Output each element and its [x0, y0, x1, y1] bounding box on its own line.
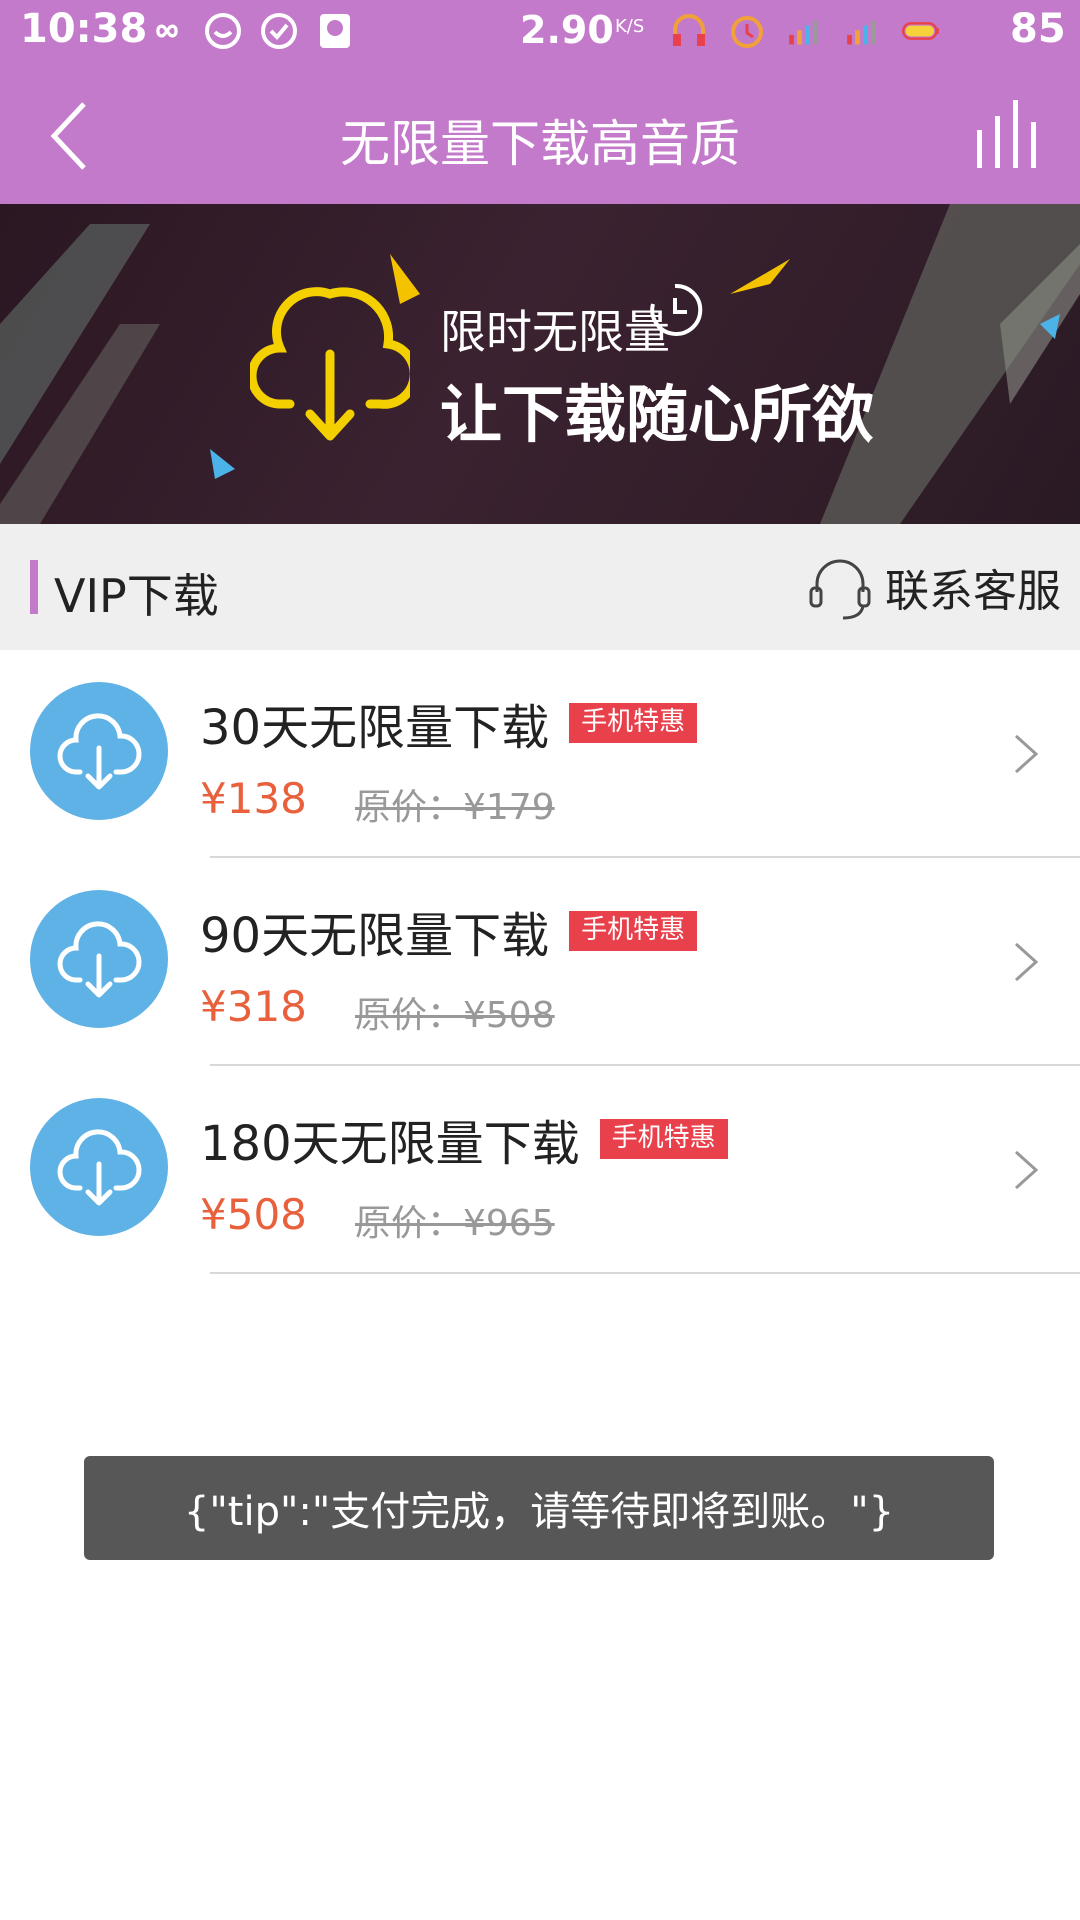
- cloud-download-icon: [250, 287, 410, 441]
- plan-title-text: 30天无限量下载: [200, 700, 550, 756]
- plan-list: 30天无限量下载 手机特惠 ¥138 原价：¥179 90天无限量下载 手机特惠…: [0, 650, 1080, 1274]
- plan-title: 30天无限量下载 手机特惠: [200, 688, 698, 758]
- clock-icon: [650, 283, 703, 336]
- customer-service-label: 联系客服: [885, 566, 1061, 617]
- equalizer-icon: [977, 100, 1036, 168]
- plan-price: ¥138: [200, 774, 307, 823]
- plan-original-price: 原价：¥965: [355, 1203, 555, 1244]
- headset-icon: [809, 559, 871, 620]
- music-playing-button[interactable]: [975, 100, 1045, 170]
- status-time: 10:38: [20, 6, 148, 52]
- alarm-icon: [728, 12, 766, 50]
- page-title: 无限量下载高音质: [340, 115, 740, 173]
- network-speed: 2.90: [520, 8, 614, 52]
- cloud-download-icon: [30, 890, 168, 1028]
- plan-item-30-days[interactable]: 30天无限量下载 手机特惠 ¥138 原价：¥179: [0, 650, 1080, 858]
- message-icon: [204, 12, 242, 50]
- plan-item-90-days[interactable]: 90天无限量下载 手机特惠 ¥318 原价：¥508: [0, 858, 1080, 1066]
- status-system-icons: [670, 12, 940, 50]
- divider: [210, 1272, 1080, 1274]
- cloud-download-icon: [30, 682, 168, 820]
- promo-banner[interactable]: 限时无限量 让下载随心所欲: [0, 204, 1080, 524]
- qq-icon: [316, 12, 354, 50]
- signal-3g-icon: [844, 12, 882, 50]
- cloud-download-icon: [30, 1098, 168, 1236]
- plan-title-text: 90天无限量下载: [200, 908, 550, 964]
- chevron-right-icon: [1014, 734, 1039, 774]
- status-notification-icons: [148, 12, 354, 50]
- battery-level: 85: [1010, 6, 1066, 52]
- mobile-deal-badge: 手机特惠: [569, 703, 698, 743]
- signal-4g-icon: [786, 12, 824, 50]
- navigation-bar: 无限量下载高音质: [0, 66, 1080, 204]
- status-bar: 10:38 2.90 K/S 85: [0, 0, 1080, 66]
- mobile-deal-badge: 手机特惠: [599, 1119, 728, 1159]
- plan-item-180-days[interactable]: 180天无限量下载 手机特惠 ¥508 原价：¥965: [0, 1066, 1080, 1274]
- plan-price: ¥318: [200, 982, 307, 1031]
- banner-line-1: 限时无限量: [440, 305, 670, 359]
- battery-icon: [902, 12, 940, 50]
- plan-title: 90天无限量下载 手机特惠: [200, 896, 698, 966]
- plan-original-price: 原价：¥508: [355, 995, 555, 1036]
- plan-original-price: 原价：¥179: [355, 787, 555, 828]
- plan-price: ¥508: [200, 1190, 307, 1239]
- headphones-icon: [670, 12, 708, 50]
- check-circle-icon: [260, 12, 298, 50]
- chevron-right-icon: [1014, 942, 1039, 982]
- banner-line-2: 让下载随心所欲: [440, 378, 875, 451]
- network-speed-unit: K/S: [615, 16, 645, 37]
- section-title: VIP下载: [54, 569, 219, 623]
- infinity-icon: [148, 12, 186, 50]
- plan-title-text: 180天无限量下载: [200, 1116, 580, 1172]
- chevron-right-icon: [1014, 1150, 1039, 1190]
- mobile-deal-badge: 手机特惠: [569, 911, 698, 951]
- plan-title: 180天无限量下载 手机特惠: [200, 1104, 728, 1174]
- section-accent-bar: [30, 560, 38, 614]
- toast-message: {"tip":"支付完成，请等待即将到账。"}: [84, 1456, 994, 1560]
- customer-service-button[interactable]: 联系客服: [805, 552, 1061, 622]
- section-header: VIP下载 联系客服: [0, 524, 1080, 650]
